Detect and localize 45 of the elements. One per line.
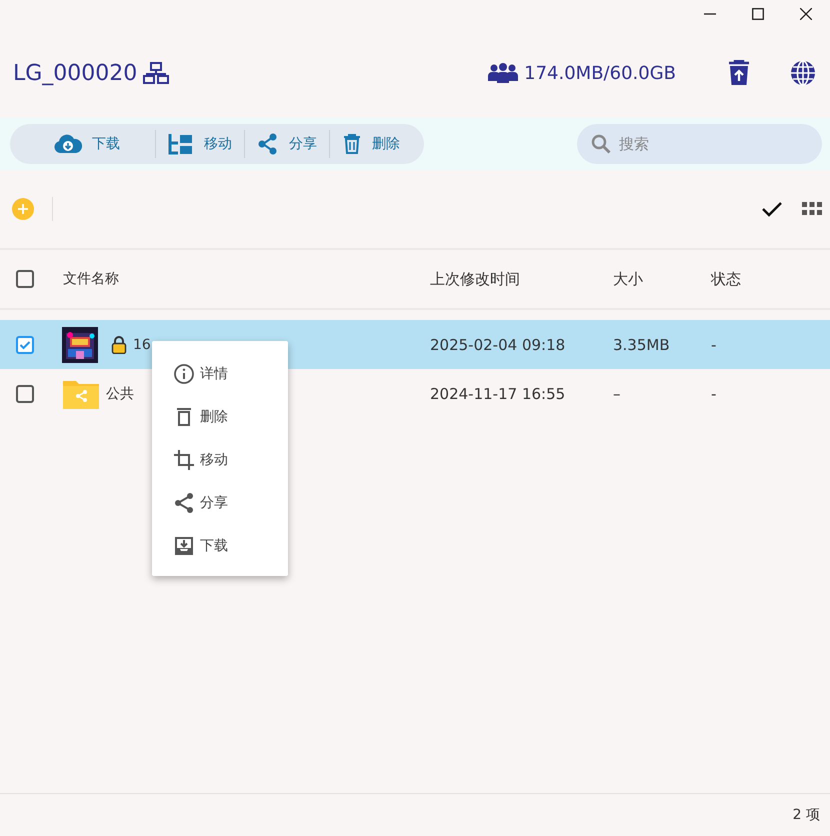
info-icon [173, 362, 195, 384]
globe-icon[interactable] [790, 60, 816, 86]
storage-usage: 174.0MB/60.0GB [524, 62, 676, 84]
device-title: LG_000020 [13, 60, 138, 86]
group-icon [488, 63, 518, 83]
menu-item[interactable]: 下载 [152, 524, 288, 567]
share-icon [257, 133, 279, 155]
file-name: 公共 [106, 384, 134, 402]
table-cell: 3.35MB [613, 336, 670, 354]
toolbar-button[interactable]: 下载 [10, 128, 155, 160]
menu-item[interactable]: 分享 [152, 481, 288, 524]
cloud-download-icon [54, 134, 82, 154]
share-icon [173, 492, 195, 514]
column-header[interactable]: 上次修改时间 [430, 270, 520, 288]
close-icon[interactable] [800, 8, 812, 20]
toolbar-button[interactable]: 分享 [245, 128, 329, 160]
trash-icon [342, 133, 362, 155]
table-cell: 2025-02-04 09:18 [430, 336, 566, 354]
trash-restore-icon[interactable] [728, 60, 750, 86]
toolbar-button[interactable]: 移动 [156, 128, 244, 160]
grid-icon[interactable] [802, 202, 822, 216]
folder-tree-icon [168, 133, 194, 155]
checkbox[interactable] [16, 336, 34, 354]
table-cell: - [711, 336, 716, 354]
column-header[interactable]: 大小 [613, 270, 643, 288]
maximize-icon[interactable] [752, 8, 764, 20]
checkbox[interactable] [16, 270, 34, 288]
menu-item[interactable]: 删除 [152, 395, 288, 438]
menu-item[interactable]: 详情 [152, 352, 288, 395]
checkmark-icon[interactable] [762, 201, 782, 217]
search-icon [591, 134, 611, 154]
column-header[interactable]: 状态 [711, 270, 741, 288]
menu-item[interactable]: 移动 [152, 438, 288, 481]
download-tray-icon [173, 534, 195, 556]
table-cell: 2024-11-17 16:55 [430, 384, 566, 402]
column-header[interactable]: 文件名称 [63, 270, 119, 288]
item-count: 2 项 [792, 806, 820, 824]
network-icon [143, 62, 170, 84]
table-cell: - [711, 384, 716, 402]
file-name: 16 [133, 336, 151, 352]
checkbox[interactable] [16, 384, 34, 402]
toolbar-button[interactable]: 删除 [330, 128, 412, 160]
crop-icon [173, 448, 195, 470]
search-field[interactable]: 搜索 [577, 124, 822, 164]
table-cell: – [613, 384, 620, 402]
